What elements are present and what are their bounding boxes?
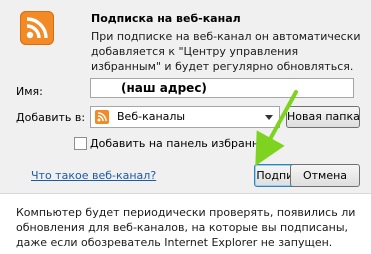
- rss-feed-icon: [95, 110, 109, 124]
- favorites-bar-checkbox[interactable]: [74, 137, 87, 150]
- favorites-bar-checkbox-label[interactable]: Добавить на панель избранного: [90, 137, 278, 150]
- folder-select[interactable]: Веб-каналы: [90, 106, 280, 128]
- info-text: Компьютер будет периодически проверять, …: [16, 206, 356, 249]
- chevron-down-icon[interactable]: [263, 110, 275, 124]
- add-to-label: Добавить в:: [16, 111, 86, 124]
- dialog-title: Подписка на веб-канал: [91, 12, 241, 25]
- name-label: Имя:: [16, 85, 43, 98]
- folder-select-value: Веб-каналы: [117, 110, 186, 123]
- info-panel: Компьютер будет периодически проверять, …: [0, 194, 371, 254]
- what-is-feed-link[interactable]: Что такое веб-канал?: [31, 169, 156, 182]
- new-folder-button[interactable]: Новая папка: [286, 106, 360, 128]
- feed-name-input[interactable]: (наш адрес): [90, 78, 354, 98]
- subscribe-feed-dialog: Подписка на веб-канал При подписке на ве…: [0, 0, 371, 254]
- cancel-button-visible[interactable]: Отмена: [290, 164, 360, 187]
- rss-feed-icon: [20, 11, 54, 45]
- dialog-description: При подписке на веб-канал он автоматичес…: [91, 30, 361, 73]
